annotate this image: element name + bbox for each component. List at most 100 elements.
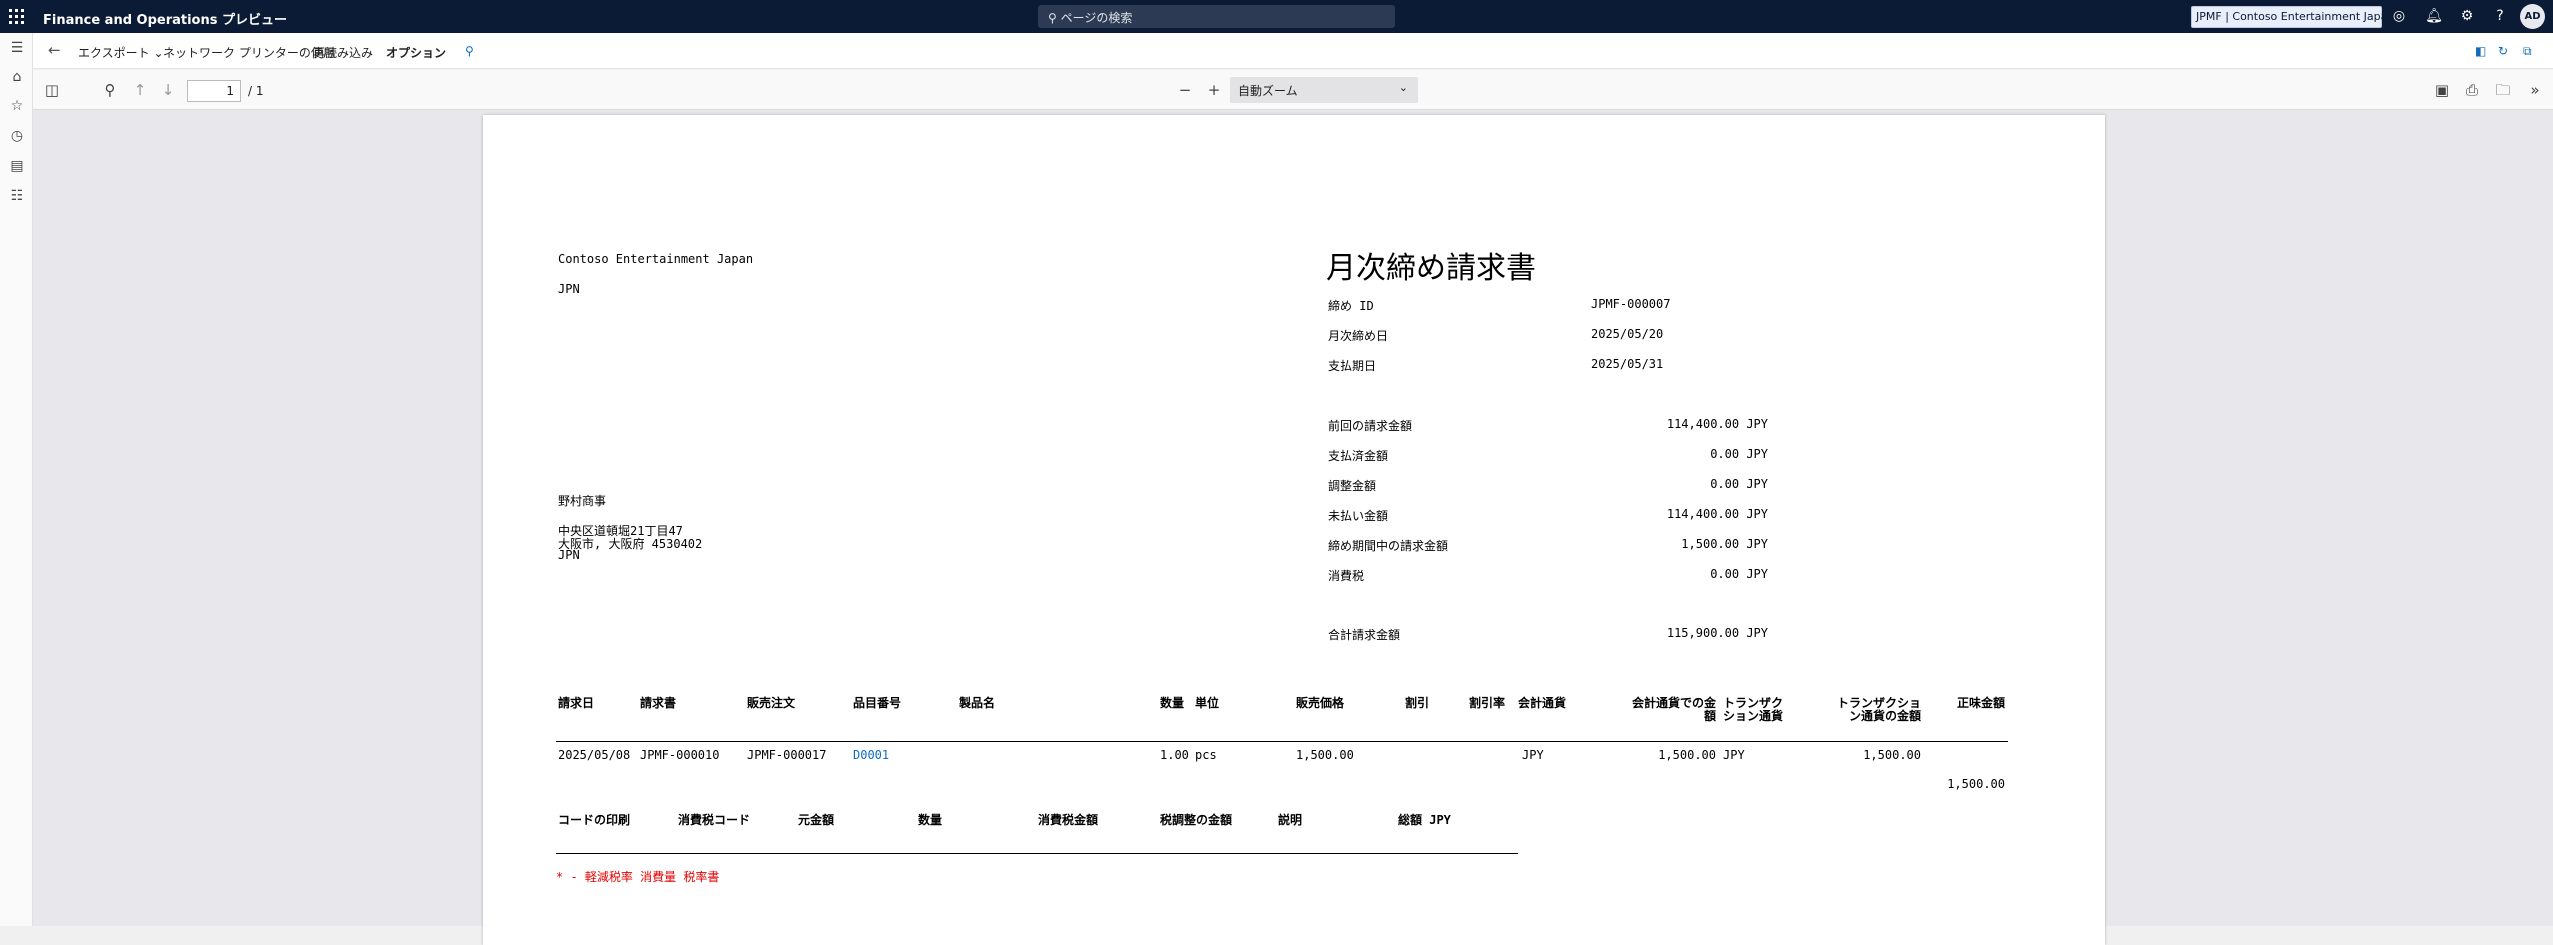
header-divider xyxy=(556,741,2008,742)
col-unit: 単位 xyxy=(1195,696,1220,710)
col-transaction-currency-line2: ション通貨 xyxy=(1723,709,1784,723)
customer-name: 野村商事 xyxy=(558,494,607,508)
amount-value: 114,400.00 JPY xyxy=(1666,507,1768,521)
modules-list-icon[interactable]: ☷ xyxy=(7,186,27,206)
col-invoice-date: 請求日 xyxy=(558,696,595,710)
amount-value: 1,500.00 JPY xyxy=(1681,537,1768,551)
amount-value: 114,400.00 JPY xyxy=(1666,417,1768,431)
company-picker[interactable]: JPMF | Contoso Entertainment Japan xyxy=(2191,6,2394,28)
recent-clock-icon[interactable]: ◷ xyxy=(7,126,27,146)
cell-unit: pcs xyxy=(1195,748,1217,762)
amount-label: 締め期間中の請求金額 xyxy=(1328,539,1449,553)
zoom-in-icon[interactable]: + xyxy=(1203,79,1225,101)
col-amount-transaction-line2: ン通貨の金額 xyxy=(1848,709,1921,723)
meta-value: 2025/05/20 xyxy=(1591,327,1664,341)
meta-value: 2025/05/31 xyxy=(1591,357,1664,371)
cell-sales-price: 1,500.00 xyxy=(1296,748,1354,762)
presentation-mode-icon[interactable]: ▣ xyxy=(2431,79,2453,101)
back-arrow-icon[interactable]: ← xyxy=(48,41,61,59)
pdf-viewer[interactable]: Contoso Entertainment Japan JPN 月次締め請求書 … xyxy=(33,110,2553,945)
bell-icon[interactable]: 🔔︎ xyxy=(2424,6,2444,26)
action-pane: ← エクスポート ⌄ ネットワーク プリンターの使用 再読み込み オプション ⚲… xyxy=(33,33,2553,69)
help-icon[interactable]: ? xyxy=(2490,6,2510,26)
page-search-input[interactable]: ⚲ ページの検索 xyxy=(1038,5,1395,28)
previous-page-icon[interactable]: ↑ xyxy=(129,79,151,101)
export-label: エクスポート xyxy=(78,46,150,60)
amount-value: 0.00 JPY xyxy=(1710,477,1768,491)
amount-label: 未払い金額 xyxy=(1328,509,1389,523)
zoom-select[interactable]: 自動ズーム ⌄ xyxy=(1230,77,1418,103)
company-country: JPN xyxy=(558,282,580,296)
cell-quantity: 1.00 xyxy=(1160,748,1189,762)
cell-sales-order: JPMF-000017 xyxy=(747,748,827,762)
app-launcher-icon[interactable] xyxy=(8,8,25,25)
col-quantity: 数量 xyxy=(1160,696,1185,710)
avatar[interactable]: AD xyxy=(2520,4,2545,29)
reload-button[interactable]: 再読み込み xyxy=(313,44,373,61)
amount-label: 調整金額 xyxy=(1328,479,1377,493)
top-bar: Finance and Operations プレビュー ⚲ ページの検索 JP… xyxy=(0,0,2553,33)
col-tax-quantity: 数量 xyxy=(918,813,943,827)
col-base-amount: 元金額 xyxy=(798,813,835,827)
gear-icon[interactable]: ⚙ xyxy=(2457,6,2477,26)
col-tax-code: 消費税コード xyxy=(678,813,751,827)
col-total-jpy: 総額 JPY xyxy=(1398,813,1451,827)
amount-label: 消費税 xyxy=(1328,569,1365,583)
page-number-input[interactable]: 1 xyxy=(187,80,241,102)
subtotal-amount: 1,500.00 xyxy=(1947,777,2005,791)
search-icon[interactable]: ⚲ xyxy=(465,44,474,58)
invoice-page: Contoso Entertainment Japan JPN 月次締め請求書 … xyxy=(483,115,2105,945)
hamburger-menu-icon[interactable]: ☰ xyxy=(7,38,27,58)
open-new-window-icon[interactable]: ⧉ xyxy=(2523,44,2532,59)
col-description: 説明 xyxy=(1278,813,1303,827)
col-amount-accounting-line2: 額 xyxy=(1703,709,1716,723)
workspaces-icon[interactable]: ▤ xyxy=(7,156,27,176)
company-name: Contoso Entertainment Japan xyxy=(558,252,754,266)
col-discount: 割引 xyxy=(1405,696,1430,710)
copilot-icon[interactable]: ◎ xyxy=(2389,6,2409,26)
sidebar-toggle-icon[interactable]: ◫ xyxy=(41,79,63,101)
search-placeholder: ページの検索 xyxy=(1060,11,1133,25)
save-icon[interactable]: 🗀︎ xyxy=(2492,79,2514,101)
item-number-link[interactable]: D0001 xyxy=(853,748,889,762)
col-product-name: 製品名 xyxy=(959,696,996,710)
cell-transaction-currency: JPY xyxy=(1723,748,1745,762)
amount-value: 0.00 JPY xyxy=(1710,567,1768,581)
export-button[interactable]: エクスポート ⌄ xyxy=(78,44,164,61)
col-sales-price: 販売価格 xyxy=(1296,696,1345,710)
options-tab[interactable]: オプション xyxy=(386,44,446,61)
col-amount-transaction: トランザクショ ン通貨の金額 xyxy=(1837,697,1921,723)
col-net-amount: 正味金額 xyxy=(1956,696,2005,710)
col-amount-accounting: 会計通貨での金 額 xyxy=(1632,697,1716,723)
home-icon[interactable]: ⌂ xyxy=(7,67,27,87)
print-icon[interactable]: ⎙ xyxy=(2461,79,2483,101)
refresh-icon[interactable]: ↻ xyxy=(2498,44,2508,58)
amount-label: 前回の請求金額 xyxy=(1328,419,1413,433)
next-page-icon[interactable]: ↓ xyxy=(157,79,179,101)
customer-country: JPN xyxy=(558,548,580,562)
col-accounting-currency: 会計通貨 xyxy=(1518,696,1567,710)
col-invoice: 請求書 xyxy=(640,696,677,710)
tools-menu-icon[interactable]: » xyxy=(2524,79,2546,101)
tax-header-divider xyxy=(556,853,1518,854)
col-item-number: 品目番号 xyxy=(853,696,902,710)
total-label: 合計請求金額 xyxy=(1328,628,1401,642)
find-icon[interactable]: ⚲ xyxy=(99,79,121,101)
col-tax-amount: 消費税金額 xyxy=(1038,813,1099,827)
meta-label: 支払期日 xyxy=(1328,359,1377,373)
left-nav-rail: ☰ ⌂ ☆ ◷ ▤ ☷ xyxy=(0,33,33,926)
meta-label: 締め ID xyxy=(1328,299,1374,313)
cell-accounting-currency: JPY xyxy=(1522,748,1544,762)
invoice-title: 月次締め請求書 xyxy=(1326,251,1536,286)
col-tax-adjustment: 税調整の金額 xyxy=(1160,813,1233,827)
reduced-tax-footnote: * - 軽減税率 消費量 税率書 xyxy=(556,870,720,884)
office-icon[interactable]: ◧ xyxy=(2475,44,2486,58)
cell-invoice-date: 2025/05/08 xyxy=(558,748,631,762)
meta-value: JPMF-000007 xyxy=(1591,297,1671,311)
zoom-value: 自動ズーム xyxy=(1238,84,1298,98)
network-printer-button[interactable]: ネットワーク プリンターの使用 xyxy=(163,44,335,61)
cell-amount-transaction: 1,500.00 xyxy=(1863,748,1921,762)
zoom-out-icon[interactable]: − xyxy=(1174,79,1196,101)
app-title: Finance and Operations プレビュー xyxy=(43,13,288,28)
favorites-star-icon[interactable]: ☆ xyxy=(7,96,27,116)
